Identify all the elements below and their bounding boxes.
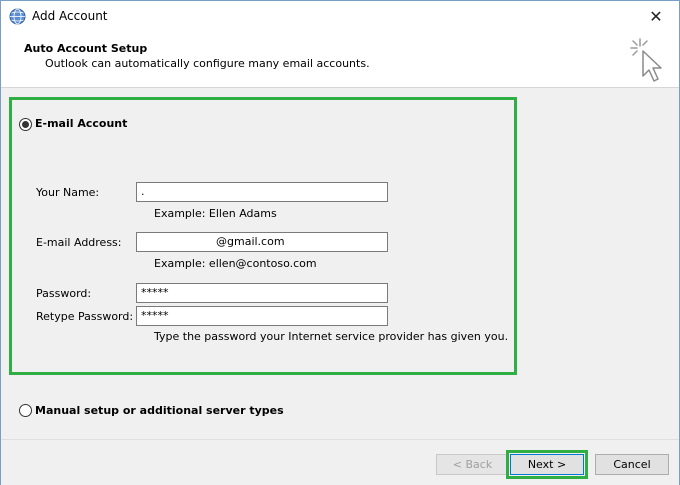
close-button[interactable]: ✕ <box>633 1 679 32</box>
your-name-label: Your Name: <box>36 186 100 199</box>
add-account-dialog: Add Account ✕ Auto Account Setup Outlook… <box>0 0 680 485</box>
header-subtitle: Outlook can automatically configure many… <box>45 57 370 70</box>
retype-password-input[interactable]: ***** <box>136 306 388 326</box>
manual-setup-label[interactable]: Manual setup or additional server types <box>35 404 284 417</box>
header-title: Auto Account Setup <box>24 42 148 55</box>
password-hint: Type the password your Internet service … <box>154 330 509 343</box>
back-button[interactable]: < Back <box>436 454 509 475</box>
next-button[interactable]: Next > <box>510 454 584 475</box>
your-name-input[interactable]: . <box>136 182 388 202</box>
cancel-button[interactable]: Cancel <box>595 454 669 475</box>
wizard-header: Auto Account Setup Outlook can automatic… <box>1 32 679 88</box>
password-input[interactable]: ***** <box>136 283 388 303</box>
email-address-hint: Example: ellen@contoso.com <box>154 257 317 270</box>
cursor-wand-icon <box>630 38 662 82</box>
email-address-input[interactable]: @gmail.com <box>136 232 388 252</box>
wizard-footer: < Back Next > Cancel <box>1 439 679 485</box>
email-account-label[interactable]: E-mail Account <box>35 117 127 130</box>
manual-setup-radio[interactable] <box>19 404 32 417</box>
your-name-hint: Example: Ellen Adams <box>154 207 277 220</box>
password-label: Password: <box>36 287 92 300</box>
close-icon: ✕ <box>649 7 663 26</box>
window-title: Add Account <box>32 9 108 23</box>
wizard-content: E-mail Account Your Name: . Example: Ell… <box>1 89 679 439</box>
email-address-label: E-mail Address: <box>36 236 122 249</box>
retype-password-label: Retype Password: <box>36 310 134 323</box>
title-bar: Add Account ✕ <box>1 1 679 32</box>
outlook-globe-icon <box>9 8 26 25</box>
email-account-radio[interactable] <box>19 118 32 131</box>
